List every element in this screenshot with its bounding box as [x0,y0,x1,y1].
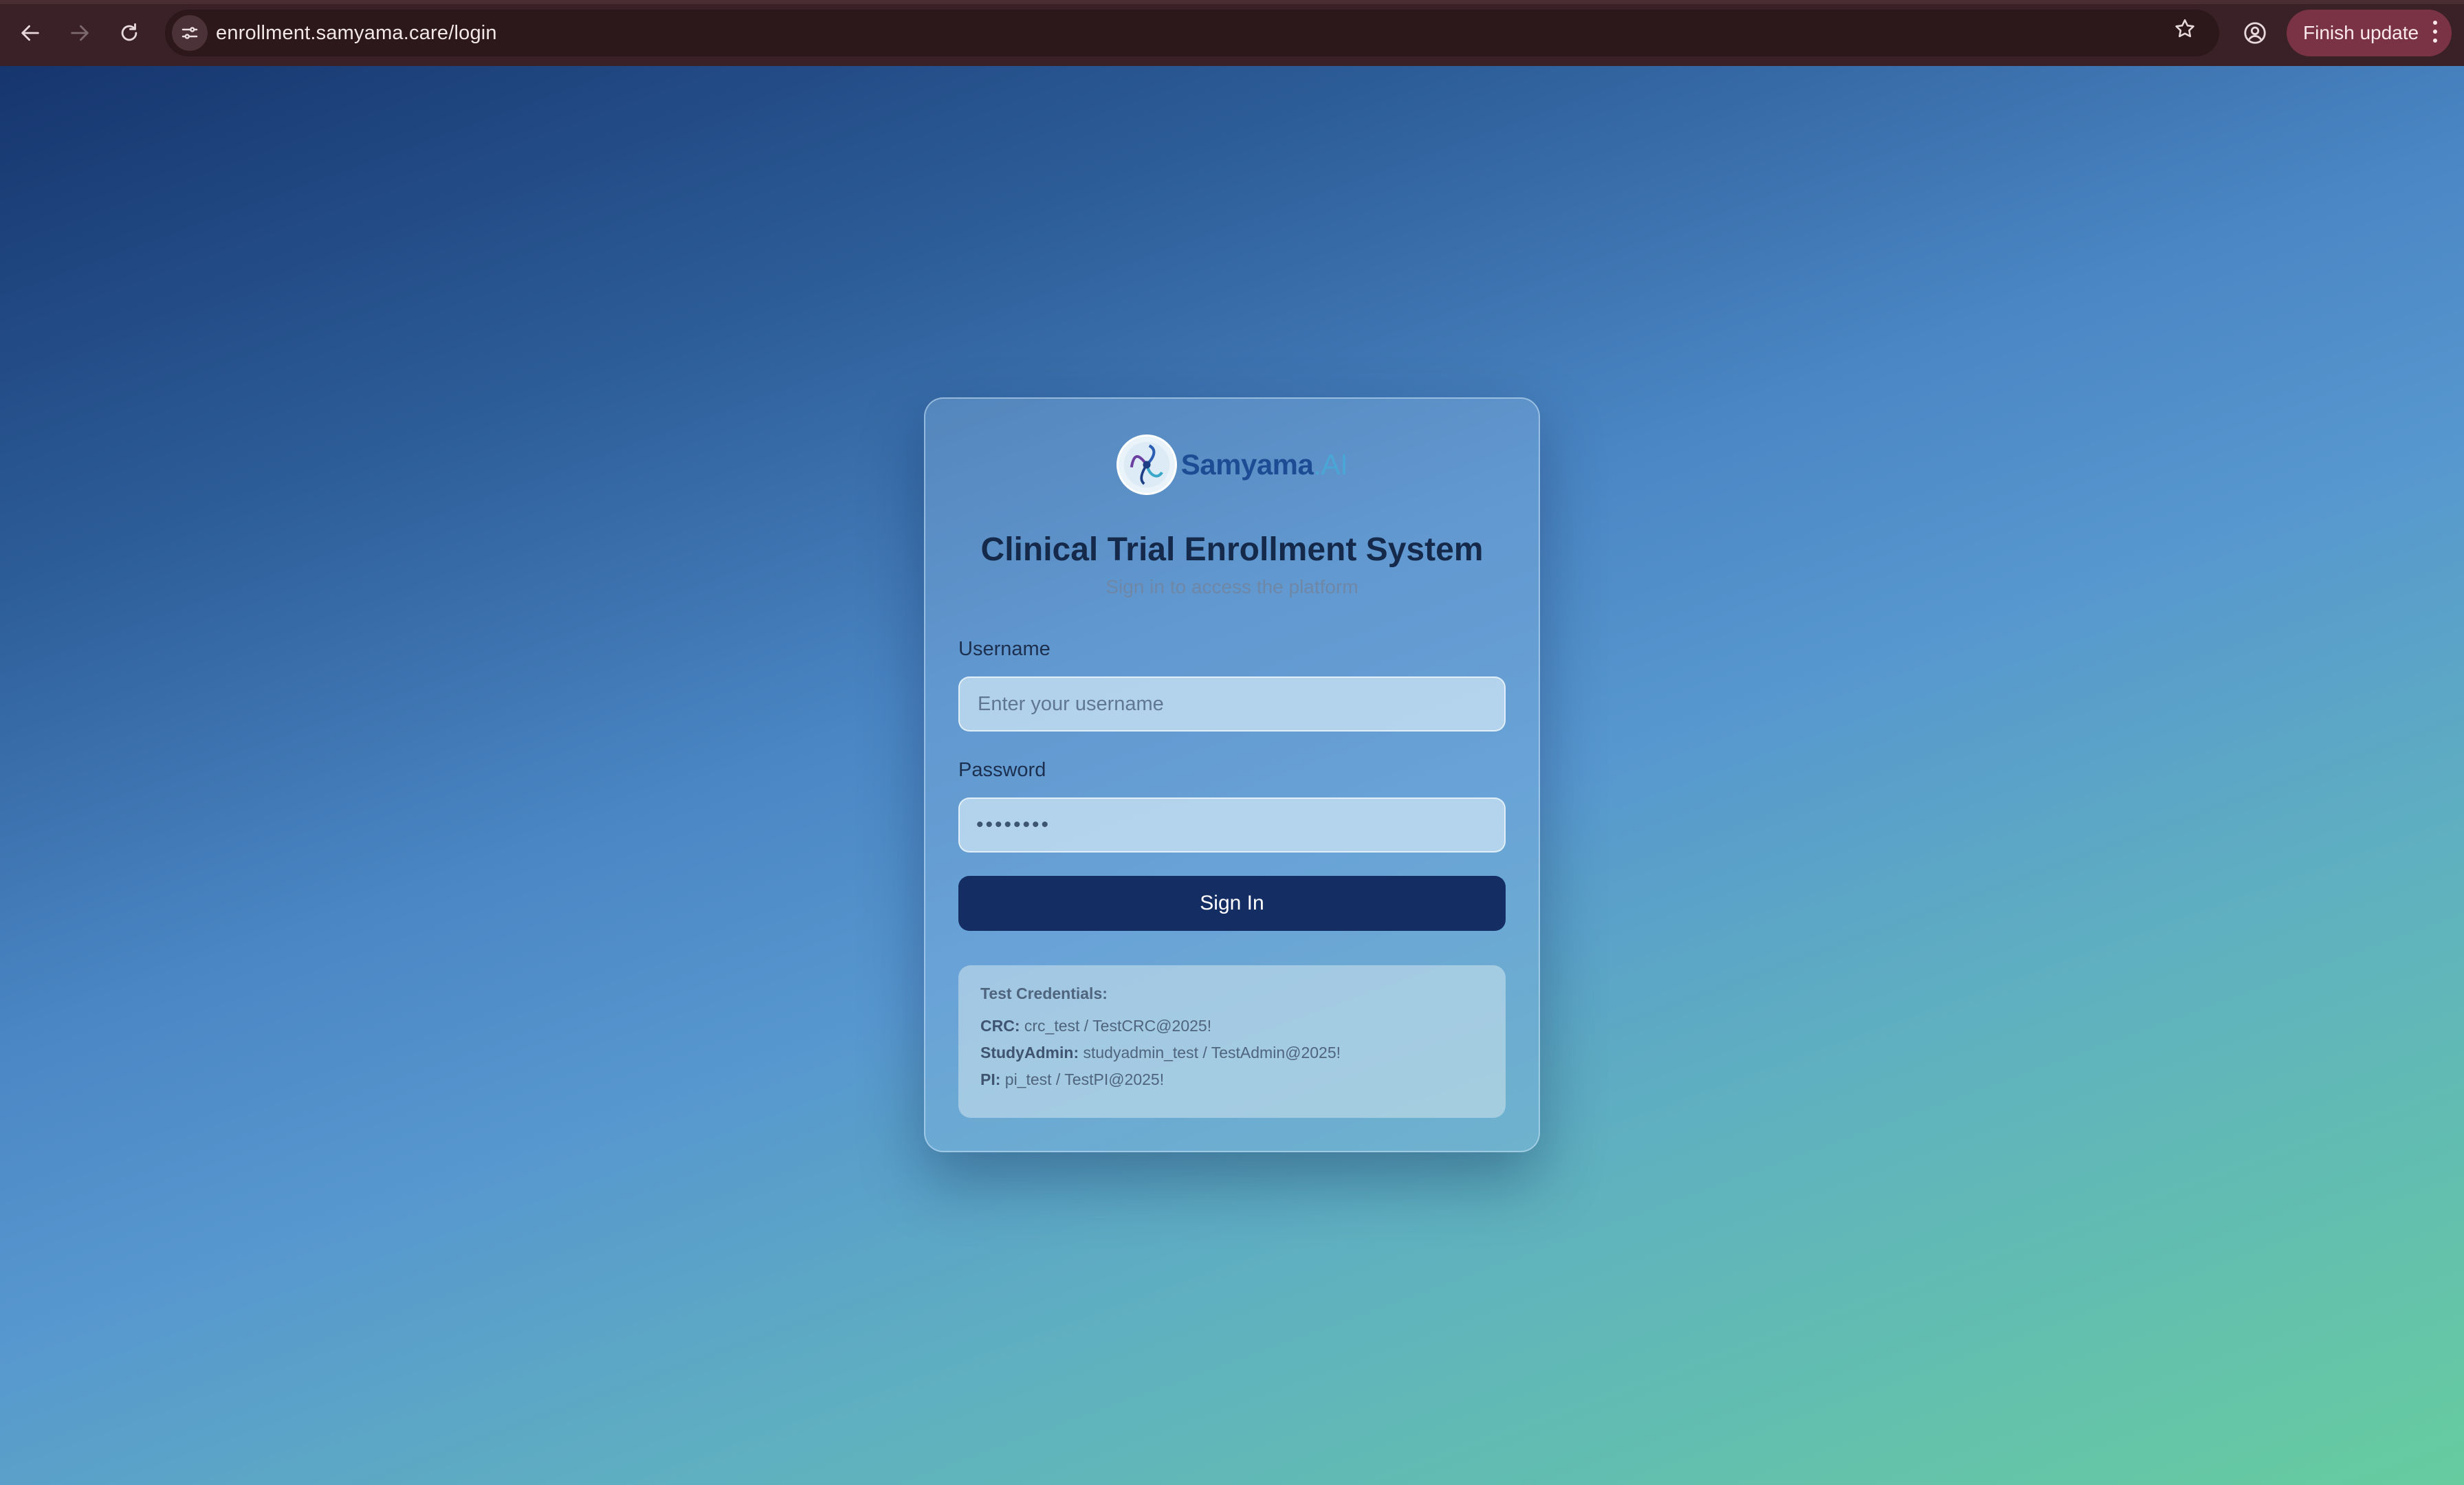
browser-toolbar: enrollment.samyama.care/login Finish upd… [0,0,2464,66]
credential-row-studyadmin: StudyAdmin: studyadmin_test / TestAdmin@… [980,1044,1484,1062]
samyama-logo-icon [1116,434,1177,495]
bookmark-button[interactable] [2166,10,2204,48]
sign-in-button[interactable]: Sign In [958,876,1506,931]
brand-name-main: Samyama [1180,448,1314,481]
more-vert-icon [2432,21,2438,45]
credential-value: crc_test / TestCRC@2025! [1024,1017,1212,1035]
login-card: Samyama.AI Clinical Trial Enrollment Sys… [924,397,1540,1152]
credential-value: pi_test / TestPI@2025! [1004,1070,1165,1088]
tune-icon [182,27,198,39]
credential-row-crc: CRC: crc_test / TestCRC@2025! [980,1017,1484,1035]
back-button[interactable] [11,14,50,52]
credential-row-pi: PI: pi_test / TestPI@2025! [980,1070,1484,1089]
forward-button[interactable] [60,14,99,52]
username-input[interactable] [958,676,1506,732]
tab-strip-edge [0,0,2464,4]
arrow-left-icon [21,25,39,41]
reload-icon [121,23,138,41]
profile-button[interactable] [2236,14,2274,52]
brand-name: Samyama.AI [1181,448,1348,481]
address-bar[interactable]: enrollment.samyama.care/login [165,10,2219,56]
test-credentials-box: Test Credentials: CRC: crc_test / TestCR… [958,965,1506,1118]
page-subtitle: Sign in to access the platform [1106,576,1358,597]
credential-role: CRC: [980,1017,1020,1035]
arrow-right-icon [71,25,89,41]
site-info-button[interactable] [172,15,208,51]
brand-name-suffix: .AI [1313,448,1348,481]
test-credentials-heading: Test Credentials: [980,984,1108,1002]
finish-update-button[interactable]: Finish update [2287,10,2452,56]
password-label: Password [958,759,1046,781]
brand-logo: Samyama.AI [925,433,1539,496]
credential-value: studyadmin_test / TestAdmin@2025! [1083,1044,1341,1062]
credential-role: PI: [980,1070,1001,1088]
password-input[interactable]: •••••••• [958,798,1506,852]
finish-update-label: Finish update [2303,22,2419,43]
account-circle-icon [2244,22,2266,44]
credential-role: StudyAdmin: [980,1044,1079,1062]
url-text[interactable]: enrollment.samyama.care/login [216,10,497,56]
reload-button[interactable] [110,14,148,52]
star-icon [2175,19,2194,38]
login-page: Samyama.AI Clinical Trial Enrollment Sys… [0,66,2464,1485]
page-title: Clinical Trial Enrollment System [980,531,1484,568]
username-label: Username [958,638,1050,660]
